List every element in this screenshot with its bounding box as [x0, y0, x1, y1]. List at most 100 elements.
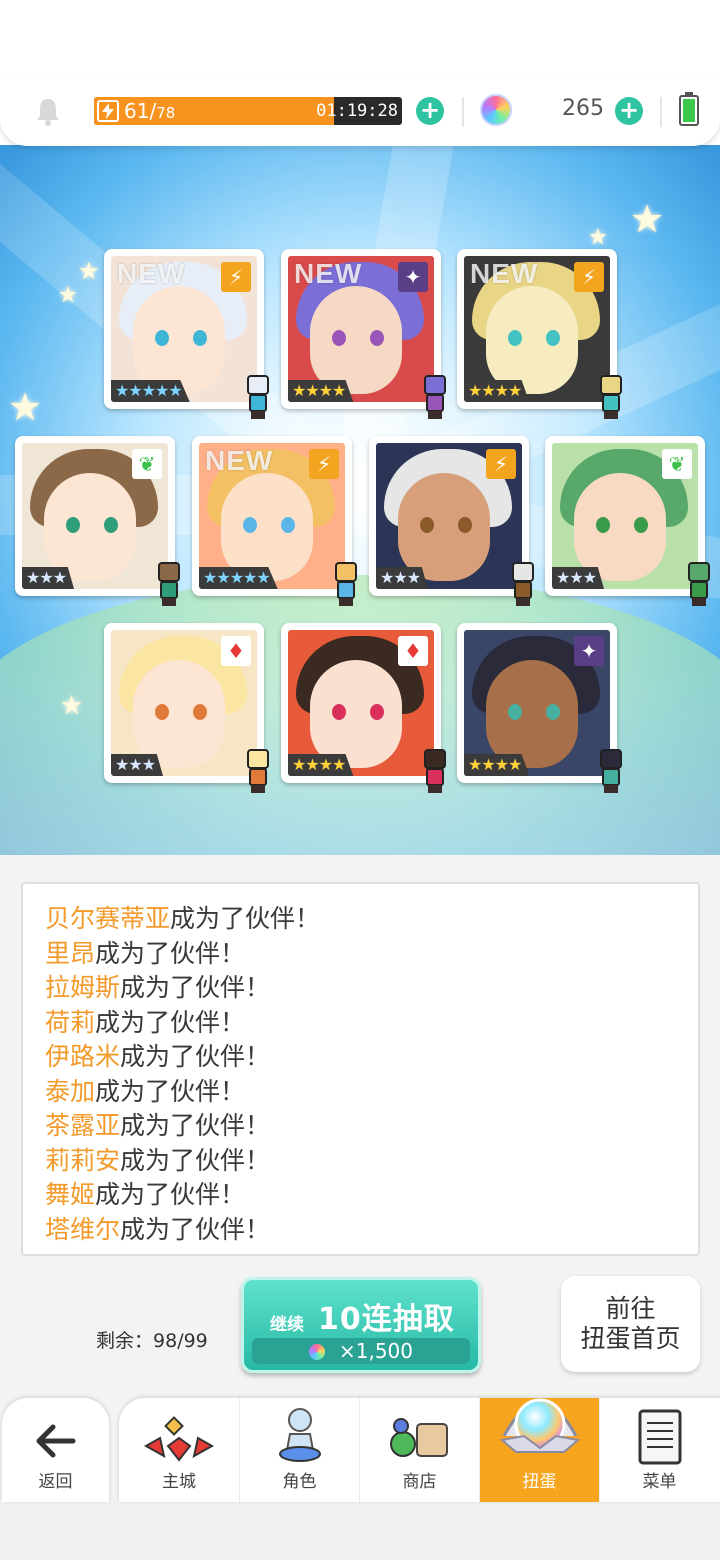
character-name: 荷莉 — [45, 1007, 96, 1037]
stamina-value: 61/78 — [124, 99, 176, 123]
character-card[interactable]: NEW ⚡ ★★★★★ — [104, 249, 269, 419]
message-suffix: 成为了伙伴！ — [120, 1111, 271, 1140]
message-suffix: 成为了伙伴！ — [95, 938, 246, 968]
message-suffix: 成为了伙伴！ — [120, 1145, 271, 1175]
character-name: 塔维尔 — [45, 1214, 121, 1244]
pull-label: 10连抽取 — [318, 1302, 455, 1337]
sparkle-icon: ★ — [630, 197, 665, 241]
rarity-stars: ★★★ — [376, 567, 429, 589]
divider — [660, 97, 662, 127]
character-card[interactable]: ⚡ ★★★ — [369, 436, 534, 606]
nav-label-castle: 主城 — [162, 1472, 196, 1492]
gacha-icon — [499, 1398, 580, 1453]
nav-item-gacha[interactable]: 扭蛋 — [479, 1398, 599, 1502]
character-name: 里昂 — [45, 938, 96, 968]
nav-label-menu: 菜单 — [642, 1472, 677, 1492]
character-card[interactable]: NEW ✦ ★★★★ — [281, 249, 446, 419]
thunder-element-icon: ⚡ — [221, 262, 251, 292]
bottom-bar-background — [0, 1500, 720, 1560]
sparkle-icon: ★ — [588, 225, 608, 250]
character-name: 茶露亚 — [45, 1111, 121, 1140]
character-card[interactable]: ❦ ★★★ — [545, 436, 710, 606]
rarity-stars: ★★★★★ — [111, 380, 190, 402]
character-card[interactable]: ❦ ★★★ — [15, 436, 180, 606]
pixel-sprite-icon — [503, 562, 543, 608]
goto-gacha-home-button[interactable]: 前往 扭蛋首页 — [561, 1276, 700, 1372]
result-message: 里昂成为了伙伴！ — [45, 937, 676, 972]
pixel-sprite-icon — [415, 749, 455, 795]
character-portrait: NEW ⚡ ★★★★★ — [199, 443, 345, 589]
back-button[interactable]: 返回 — [2, 1398, 109, 1502]
result-message: 泰加成为了伙伴！ — [45, 1075, 676, 1110]
rarity-stars: ★★★ — [22, 567, 75, 589]
thunder-element-icon: ⚡ — [486, 449, 516, 479]
character-name: 舞姬 — [45, 1180, 96, 1209]
character-card[interactable]: ♦ ★★★ — [104, 623, 269, 793]
result-message: 贝尔赛蒂亚成为了伙伴！ — [45, 902, 676, 937]
fire-element-icon: ♦ — [221, 636, 251, 666]
pixel-sprite-icon — [238, 749, 278, 795]
message-suffix: 成为了伙伴！ — [95, 1180, 246, 1209]
character-portrait: NEW ⚡ ★★★★ — [464, 256, 610, 402]
continue-10-pull-button[interactable]: 继续 10连抽取 ×1,500 — [241, 1277, 481, 1373]
character-name: 泰加 — [45, 1076, 96, 1106]
character-card[interactable]: ✦ ★★★★ — [457, 623, 622, 793]
nav-item-shop[interactable]: 商店 — [359, 1398, 479, 1502]
rarity-stars: ★★★★★ — [199, 567, 278, 589]
gem-icon — [308, 1344, 325, 1360]
sparkle-icon: ★ — [78, 257, 100, 285]
wind-element-icon: ❦ — [662, 449, 692, 479]
fire-element-icon: ♦ — [398, 636, 428, 666]
character-card[interactable]: NEW ⚡ ★★★★ — [457, 249, 622, 419]
stamina-current: 61 — [124, 99, 150, 123]
character-name: 贝尔赛蒂亚 — [45, 904, 171, 933]
rarity-stars: ★★★ — [552, 567, 605, 589]
rarity-stars: ★★★ — [111, 754, 164, 776]
wind-element-icon: ❦ — [132, 449, 162, 479]
gem-icon — [480, 94, 512, 126]
rarity-stars: ★★★★ — [464, 380, 530, 402]
character-portrait: ⚡ ★★★ — [376, 443, 522, 589]
result-message: 拉姆斯成为了伙伴！ — [45, 971, 676, 1006]
remaining-value: 98/99 — [153, 1330, 208, 1352]
result-message: 莉莉安成为了伙伴！ — [45, 1144, 676, 1179]
message-suffix: 成为了伙伴！ — [95, 1007, 246, 1037]
new-badge: NEW — [294, 258, 363, 289]
character-card[interactable]: ♦ ★★★★ — [281, 623, 446, 793]
resource-bar: 61/78 01:19:28 + 265 + — [0, 78, 720, 146]
stamina-bar: 61/78 01:19:28 — [94, 97, 402, 125]
pixel-sprite-icon — [415, 375, 455, 421]
continue-label: 继续 — [270, 1315, 304, 1335]
remaining-label: 剩余： — [96, 1330, 154, 1352]
back-arrow-icon — [36, 1424, 75, 1458]
add-gems-button[interactable]: + — [615, 97, 643, 125]
dark-element-icon: ✦ — [398, 262, 428, 292]
character-portrait: NEW ✦ ★★★★ — [288, 256, 434, 402]
message-suffix: 成为了伙伴！ — [120, 973, 271, 1002]
nav-item-character[interactable]: 角色 — [239, 1398, 359, 1502]
character-name: 伊路米 — [45, 1042, 121, 1071]
add-stamina-button[interactable]: + — [416, 97, 444, 125]
new-badge: NEW — [205, 445, 274, 476]
remaining-pulls: 剩余：98/99 — [96, 1326, 208, 1353]
character-portrait: ❦ ★★★ — [22, 443, 168, 589]
gem-count: 265 — [562, 96, 604, 121]
message-suffix: 成为了伙伴！ — [120, 1214, 271, 1244]
menu-icon — [638, 1409, 681, 1465]
shop-icon — [389, 1418, 448, 1457]
dark-element-icon: ✦ — [574, 636, 604, 666]
pull-cost-value: ×1,500 — [338, 1339, 413, 1363]
stamina-bolt-icon — [97, 100, 119, 122]
message-suffix: 成为了伙伴！ — [95, 1076, 246, 1106]
divider — [462, 97, 464, 127]
character-card[interactable]: NEW ⚡ ★★★★★ — [192, 436, 357, 606]
message-suffix: 成为了伙伴！ — [170, 904, 321, 933]
notification-bell-icon[interactable] — [34, 97, 62, 127]
result-message: 伊路米成为了伙伴！ — [45, 1040, 676, 1075]
rarity-stars: ★★★★ — [288, 754, 354, 776]
message-suffix: 成为了伙伴！ — [120, 1042, 271, 1071]
nav-item-menu[interactable]: 菜单 — [599, 1398, 719, 1502]
nav-item-castle[interactable]: 主城 — [119, 1398, 239, 1502]
result-message: 荷莉成为了伙伴！ — [45, 1006, 676, 1041]
nav-label-character: 角色 — [282, 1472, 317, 1492]
